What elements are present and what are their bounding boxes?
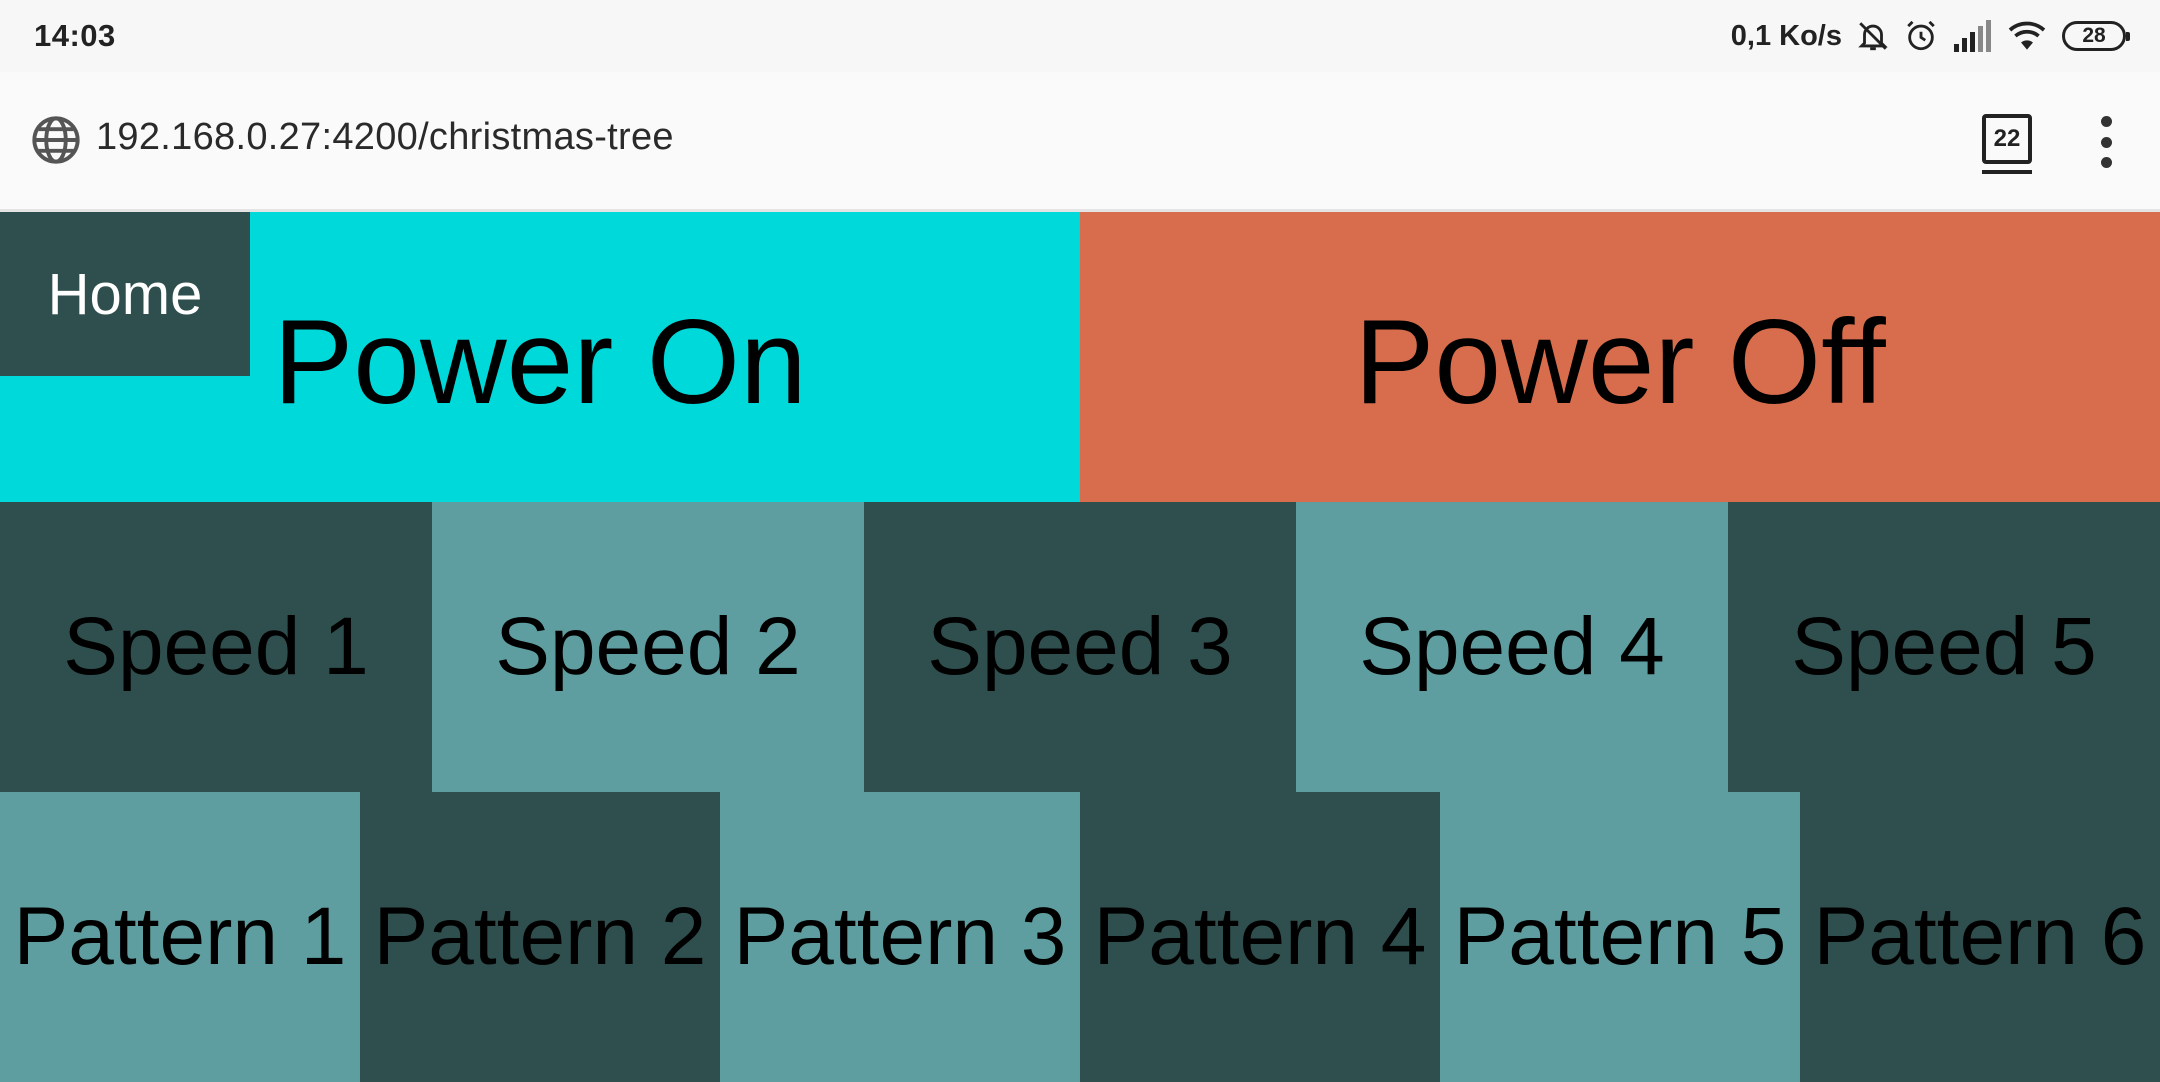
status-time: 14:03 bbox=[34, 18, 116, 53]
battery-icon: 28 bbox=[2062, 21, 2130, 51]
browser-toolbar: 192.168.0.27:4200/christmas-tree 22 bbox=[0, 72, 2160, 212]
pattern-1-button[interactable]: Pattern 1 bbox=[0, 792, 360, 1082]
pattern-6-button[interactable]: Pattern 6 bbox=[1800, 792, 2160, 1082]
speed-1-button[interactable]: Speed 1 bbox=[0, 502, 432, 792]
status-right: 0,1 Ko/s 28 bbox=[1730, 19, 2130, 53]
signal-icon bbox=[1952, 20, 1992, 52]
tabs-underline bbox=[1982, 170, 2032, 174]
pattern-3-button[interactable]: Pattern 3 bbox=[720, 792, 1080, 1082]
home-button[interactable]: Home bbox=[0, 212, 250, 376]
pattern-2-button[interactable]: Pattern 2 bbox=[360, 792, 720, 1082]
address-bar[interactable]: 192.168.0.27:4200/christmas-tree bbox=[96, 116, 674, 159]
network-speed: 0,1 Ko/s bbox=[1730, 19, 1842, 52]
speed-4-button[interactable]: Speed 4 bbox=[1296, 502, 1728, 792]
status-bar: 14:03 0,1 Ko/s 28 bbox=[0, 0, 2160, 72]
alarm-icon bbox=[1904, 19, 1938, 53]
speed-5-button[interactable]: Speed 5 bbox=[1728, 502, 2160, 792]
globe-icon[interactable] bbox=[30, 114, 82, 171]
tabs-icon[interactable]: 22 bbox=[1982, 114, 2032, 164]
pattern-4-button[interactable]: Pattern 4 bbox=[1080, 792, 1440, 1082]
pattern-5-button[interactable]: Pattern 5 bbox=[1440, 792, 1800, 1082]
speed-3-button[interactable]: Speed 3 bbox=[864, 502, 1296, 792]
bell-muted-icon bbox=[1856, 19, 1890, 53]
page-content: Power On Power Off Home Speed 1 Speed 2 … bbox=[0, 212, 2160, 1082]
menu-icon[interactable] bbox=[2094, 116, 2118, 168]
speed-2-button[interactable]: Speed 2 bbox=[432, 502, 864, 792]
power-off-button[interactable]: Power Off bbox=[1080, 212, 2160, 502]
wifi-icon bbox=[2006, 19, 2048, 53]
